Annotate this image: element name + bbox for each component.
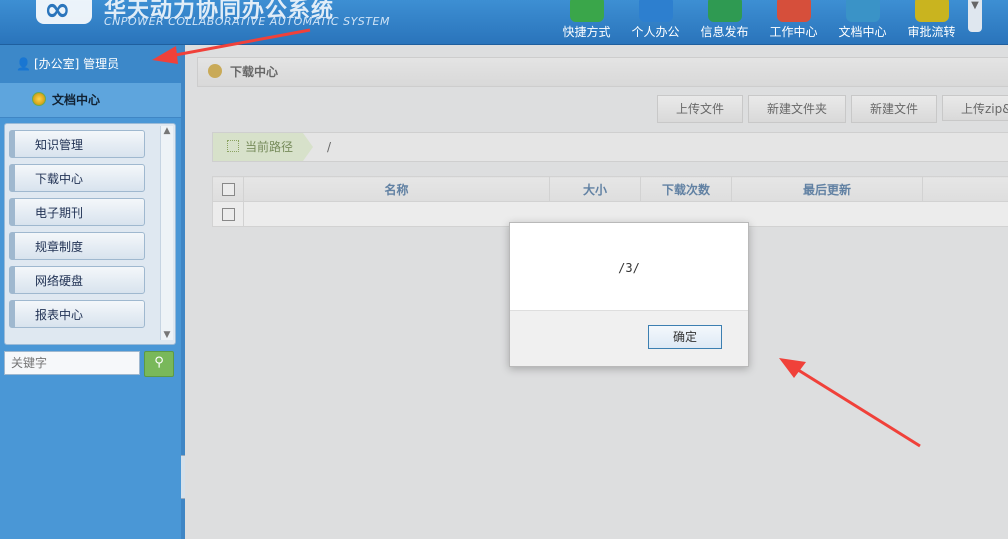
top-nav: 快捷方式 个人办公 信息发布 工作中心 文档中心 审批流转 — [552, 0, 966, 44]
scroll-down-icon[interactable]: ▼ — [161, 330, 173, 340]
logo-icon — [36, 0, 92, 28]
sidebar-item-rules[interactable]: 规章制度 — [9, 232, 145, 260]
user-bar: 👤 [办公室] 管理员 — [0, 45, 181, 83]
chevron-down-icon: ▼ — [971, 0, 979, 11]
logo-subtitle: CNPOWER COLLABORATIVE AUTOMATIC SYSTEM — [104, 15, 390, 28]
person-icon — [638, 0, 673, 22]
user-name: [办公室] 管理员 — [34, 57, 120, 71]
star-icon — [776, 0, 811, 22]
nav-more-button[interactable]: ▼ — [968, 0, 982, 32]
dialog-message: /3/ — [618, 261, 640, 275]
alert-dialog: /3/ 确定 — [509, 222, 749, 367]
sidebar-scrollbar[interactable]: ▲ ▼ — [160, 126, 173, 340]
sidebar-item-netdisk[interactable]: 网络硬盘 — [9, 266, 145, 294]
chat-bubble-icon — [707, 0, 742, 22]
document-icon — [845, 0, 880, 22]
nav-item-info-publish[interactable]: 信息发布 — [690, 0, 759, 44]
section-title[interactable]: 文档中心 — [0, 83, 181, 118]
sidebar-item-reports[interactable]: 报表中心 — [9, 300, 145, 328]
nav-item-doc-center[interactable]: 文档中心 — [828, 0, 897, 44]
search-icon: ⚲ — [154, 355, 164, 370]
sidebar-item-ejournal[interactable]: 电子期刊 — [9, 198, 145, 226]
user-icon: 👤 — [16, 57, 31, 71]
keyword-input[interactable] — [4, 351, 140, 375]
top-header: 华天动力协同办公系统 CNPOWER COLLABORATIVE AUTOMAT… — [0, 0, 1008, 45]
ok-button[interactable]: 确定 — [648, 325, 722, 349]
paper-plane-icon — [569, 0, 604, 22]
sidebar-item-download[interactable]: 下载中心 — [9, 164, 145, 192]
dialog-footer: 确定 — [510, 310, 748, 366]
sidebar-search: ⚲ — [4, 351, 174, 377]
nav-item-shortcuts[interactable]: 快捷方式 — [552, 0, 621, 44]
nav-item-approval[interactable]: 审批流转 — [897, 0, 966, 44]
nav-item-work-center[interactable]: 工作中心 — [759, 0, 828, 44]
checkmark-icon — [914, 0, 949, 22]
sidebar-item-knowledge[interactable]: 知识管理 — [9, 130, 145, 158]
sidebar-menu: 知识管理 下载中心 电子期刊 规章制度 网络硬盘 报表中心 ▲ ▼ — [4, 123, 176, 345]
scroll-up-icon[interactable]: ▲ — [161, 126, 173, 136]
nav-item-personal-office[interactable]: 个人办公 — [621, 0, 690, 44]
left-sidebar: 👤 [办公室] 管理员 文档中心 知识管理 下载中心 电子期刊 规章制度 网络硬盘… — [0, 45, 181, 539]
search-button[interactable]: ⚲ — [144, 351, 174, 377]
section-dot-icon — [32, 92, 46, 106]
